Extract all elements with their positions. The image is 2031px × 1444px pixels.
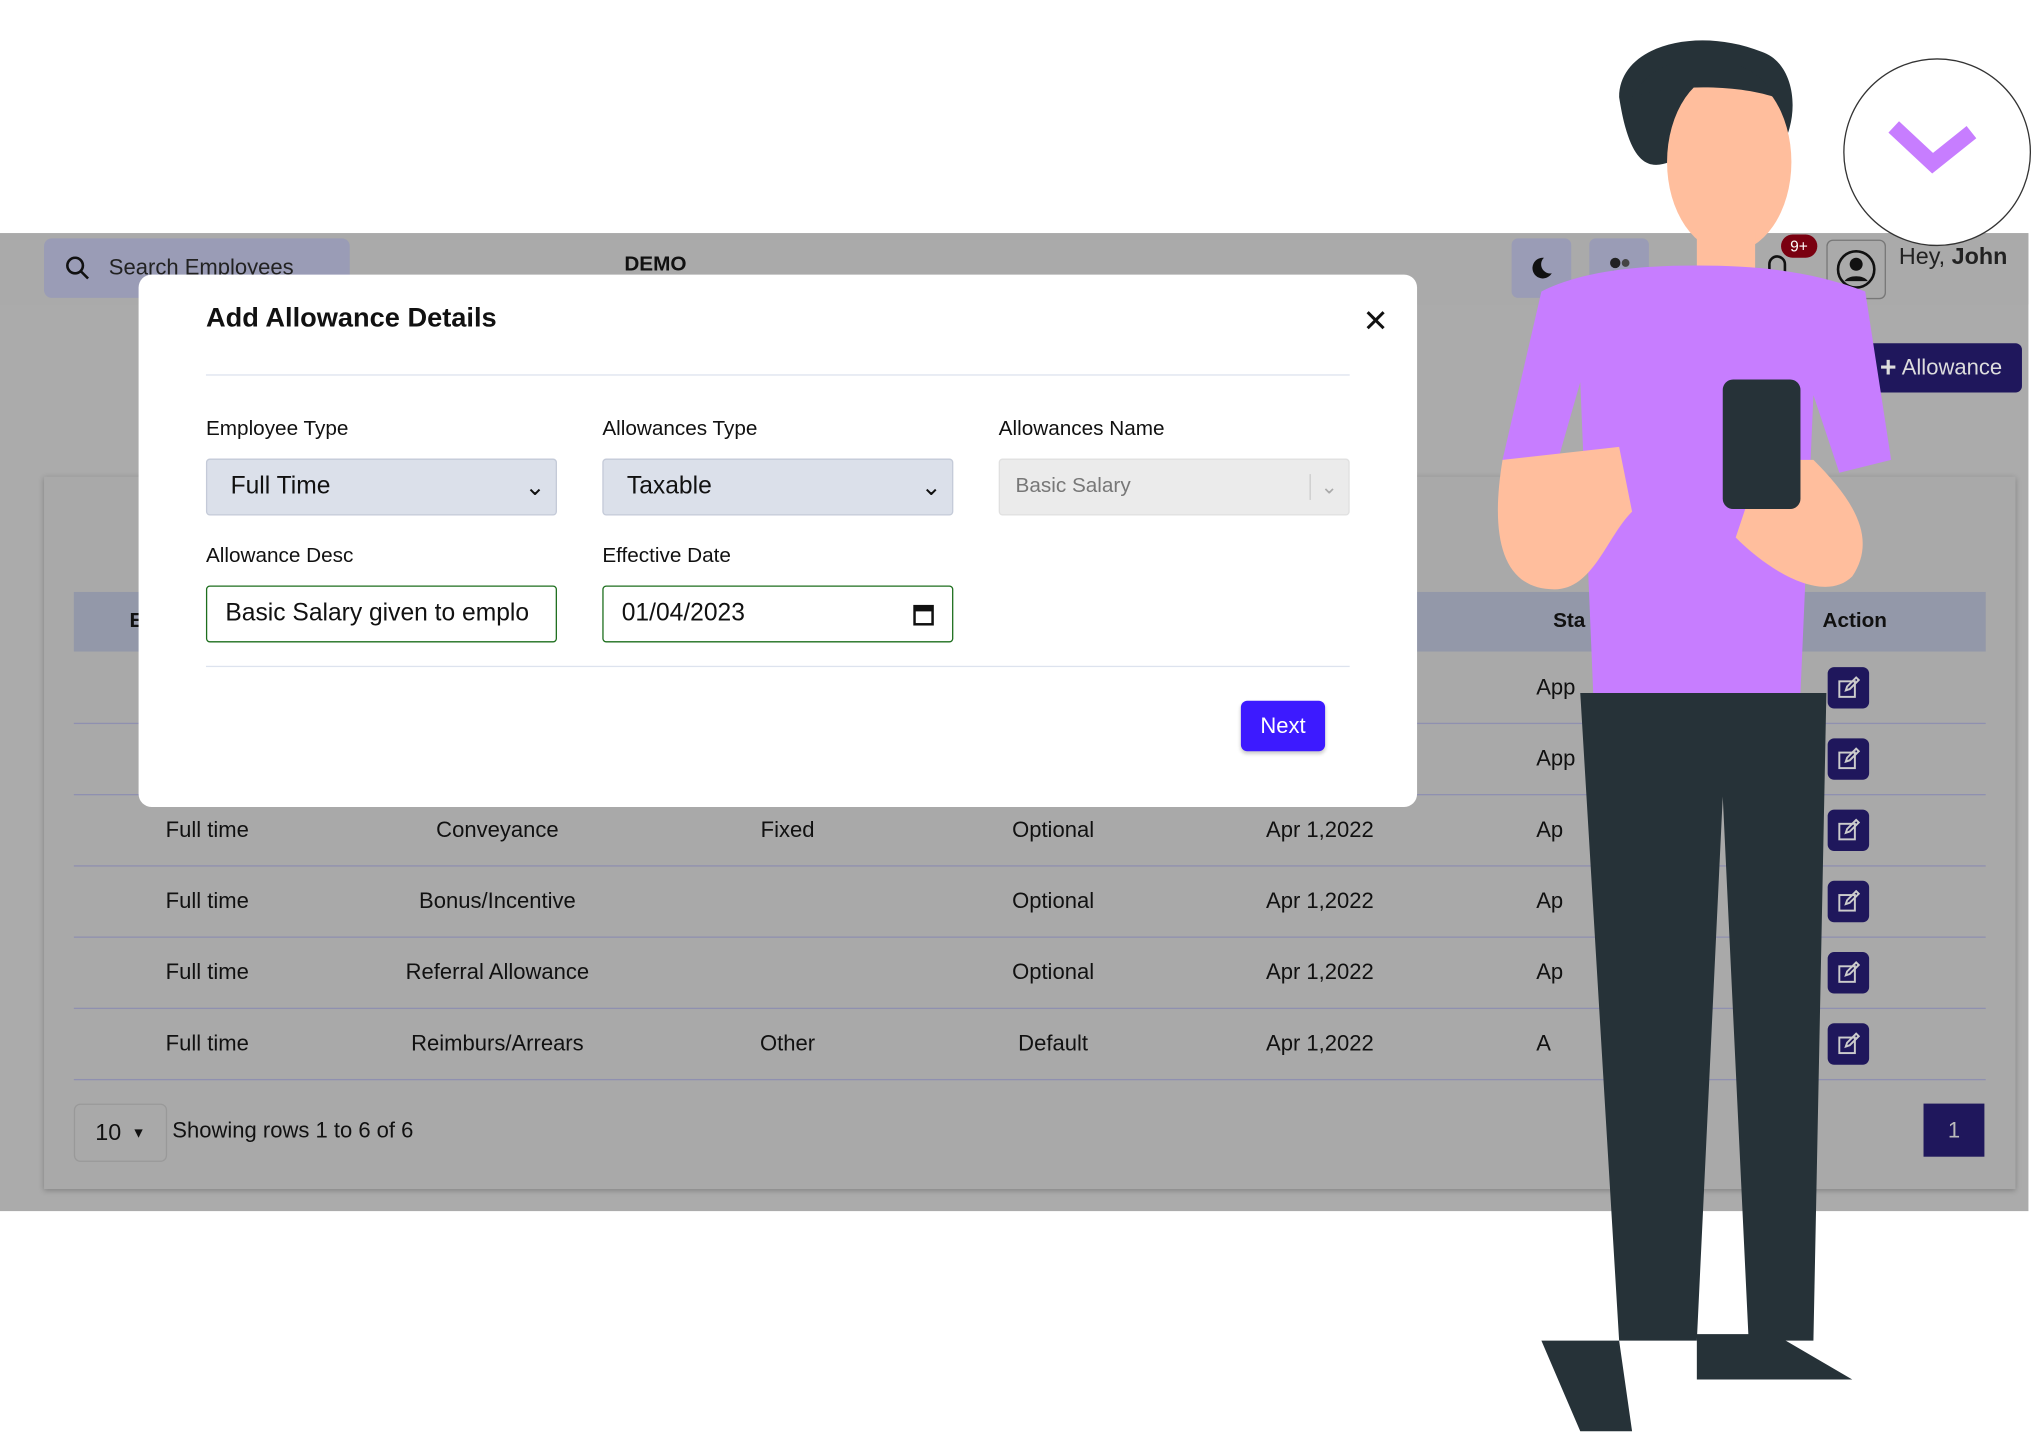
employee-type-select[interactable]: Full Time ⌄ (205, 458, 557, 516)
allowance-desc-label: Allowance Desc (205, 545, 354, 568)
next-button[interactable]: Next (1240, 700, 1326, 752)
cell-mode: Optional (1012, 817, 1095, 842)
cell-mode: Default (1018, 1031, 1088, 1056)
cell-allowance-name: Conveyance (436, 817, 559, 842)
page-button-1[interactable]: 1 (1923, 1103, 1985, 1157)
cell-effective: Apr 1,2022 (1266, 1031, 1374, 1056)
employee-type-label: Employee Type (205, 418, 349, 441)
cell-employee-type: Full time (165, 959, 249, 985)
chevron-down-icon: ⌄ (921, 473, 942, 501)
greeting: Hey, John (1898, 243, 2008, 270)
calendar-icon[interactable] (913, 602, 934, 626)
cell-allowance-name: Reimburs/Arrears (411, 1031, 584, 1056)
cell-type: Fixed (760, 817, 815, 842)
effective-date-input[interactable]: 01/04/2023 (602, 585, 954, 643)
chevron-down-icon: ⌄ (1309, 474, 1338, 500)
allowances-type-label: Allowances Type (602, 418, 758, 441)
cell-allowance-name: Referral Allowance (405, 959, 590, 985)
allowances-type-select[interactable]: Taxable ⌄ (602, 458, 954, 516)
cell-mode: Optional (1012, 959, 1095, 985)
close-icon[interactable]: ✕ (1363, 303, 1389, 341)
allowances-name-label: Allowances Name (998, 418, 1165, 441)
cell-effective: Apr 1,2022 (1266, 959, 1374, 985)
cell-employee-type: Full time (165, 817, 249, 842)
person-illustration (1497, 40, 1892, 1432)
chevron-down-icon: ⌄ (524, 473, 546, 501)
allowance-desc-input[interactable]: Basic Salary given to emplo (205, 585, 557, 643)
cell-effective: Apr 1,2022 (1266, 888, 1374, 914)
cell-effective: Apr 1,2022 (1266, 817, 1374, 842)
cell-employee-type: Full time (165, 888, 249, 914)
divider (205, 665, 1350, 668)
divider (205, 374, 1350, 376)
allowances-name-select[interactable]: Basic Salary ⌄ (998, 458, 1350, 516)
cell-type: Other (759, 1031, 816, 1056)
cell-mode: Optional (1012, 888, 1095, 914)
modal-title: Add Allowance Details (205, 303, 497, 333)
search-icon (66, 256, 89, 280)
page-size-select[interactable]: 10 ▼ (73, 1103, 168, 1162)
caret-down-icon: ▼ (131, 1124, 146, 1141)
effective-date-label: Effective Date (602, 545, 731, 568)
cell-employee-type: Full time (165, 1031, 249, 1056)
cell-allowance-name: Bonus/Incentive (419, 888, 576, 914)
add-allowance-modal: Add Allowance Details ✕ Employee Type Al… (138, 274, 1418, 807)
pagination-summary: Showing rows 1 to 6 of 6 (172, 1117, 414, 1143)
